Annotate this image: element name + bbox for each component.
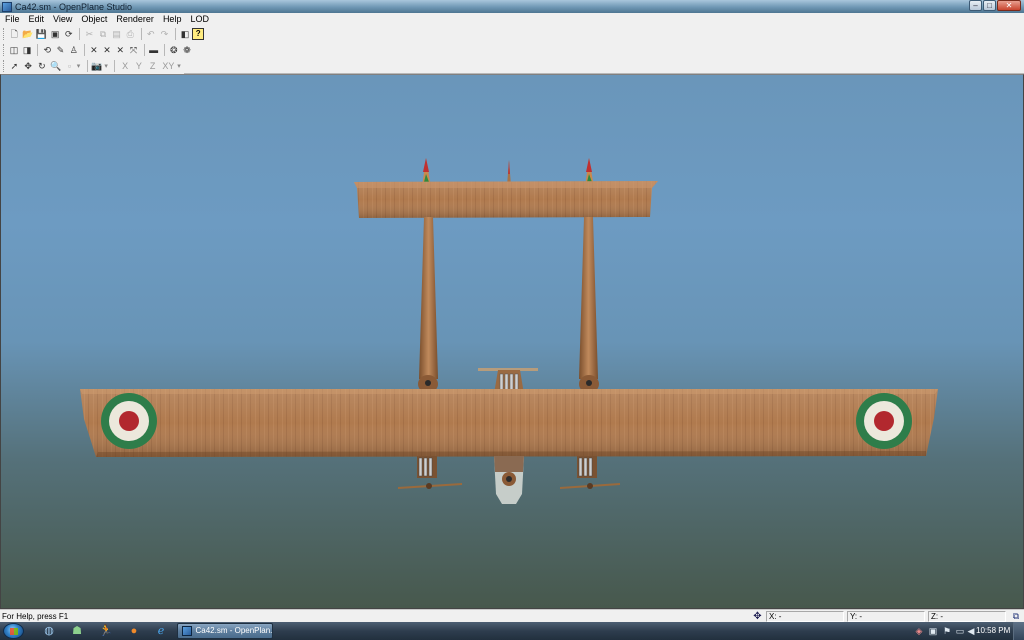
ie-globe-icon[interactable]: ◍ [42,625,56,638]
stamp-icon[interactable]: ♙ [68,44,80,57]
group-icon[interactable]: ❂ [168,44,180,57]
save-icon[interactable]: 💾 [35,28,48,41]
tools-toolbar: ◫ ◨ ⟲ ✎ ♙ ✕ ✕ ✕ ⤧ ▬ ❂ ❁ [0,42,194,58]
taskbar-window-label: Ca42.sm - OpenPlan... [195,626,272,635]
close-button[interactable]: ✕ [997,0,1021,11]
ungroup-icon[interactable]: ❁ [181,44,193,57]
viewport-border [0,74,1024,609]
cut-icon[interactable]: ✂ [83,28,96,41]
taskbar-window-button[interactable]: Ca42.sm - OpenPlan... [177,623,273,639]
zoom-icon[interactable]: 🔍 [49,60,62,73]
minimize-button[interactable]: – [969,0,982,11]
refresh-icon[interactable]: ⟳ [62,28,75,41]
paint-icon[interactable]: ✎ [54,44,66,57]
app-icon [182,626,193,636]
runner-icon[interactable]: 🏃 [99,625,113,638]
firefox-icon[interactable]: ● [127,625,141,638]
transform-toolbar: ➚ ✥ ↻ 🔍 ▫ ▾ 📷 ▾ X Y Z XY ▾ [0,58,184,74]
tray-network-icon[interactable]: ▭ [955,626,965,636]
status-indicator-icon: ⧉ [1012,611,1020,621]
toolbar-separator [114,60,116,72]
tray-app-icon[interactable]: ▣ [928,626,938,636]
menu-object[interactable]: Object [77,13,111,25]
toolbar-separator [140,28,142,40]
toolbar-separator [79,28,81,40]
menu-edit[interactable]: Edit [25,13,49,25]
move-icon[interactable]: ✥ [22,60,35,73]
axis-x-button[interactable]: X [118,61,132,71]
menu-lod[interactable]: LOD [186,13,213,25]
axis-y-button[interactable]: Y [132,61,146,71]
link-icon[interactable]: ⤧ [127,44,139,57]
axis-xy-button[interactable]: XY [160,61,178,71]
toolbar-area: 🗋 📂 💾 ▣ ⟳ ✂ ⧉ ▤ ⎙ ↶ ↷ ◧? ◫ ◨ ⟲ ✎ ♙ ✕ ✕ ✕ ⤧ ▬ ❂ ❁ ➚ ✥ ↻ 🔍 ▫ ▾ 📷 ▾ X Y Z XY… [0,25,1024,74]
toolbar-separator [37,44,39,56]
save-all-icon[interactable]: ▣ [49,28,62,41]
network-icon[interactable]: ☗ [70,625,84,638]
new-file-icon[interactable]: 🗋 [8,28,21,41]
maximize-button[interactable]: □ [983,0,996,11]
scale-dropdown-arrow-icon[interactable]: ▾ [77,62,84,70]
menu-help[interactable]: Help [159,13,186,25]
taskbar-clock[interactable]: 10:58 PM [976,625,1010,637]
paste-icon[interactable]: ▤ [110,28,123,41]
open-folder-icon[interactable]: 📂 [22,28,35,41]
y-coordinate-readout: Y: - [847,611,925,622]
bar-icon[interactable]: ▬ [148,44,160,57]
camera-dropdown-arrow-icon[interactable]: ▾ [104,62,111,70]
toolbar-grip[interactable] [3,60,6,72]
cross-x-icon[interactable]: ✕ [88,44,100,57]
standard-toolbar: 🗋 📂 💾 ▣ ⟳ ✂ ⧉ ▤ ⎙ ↶ ↷ ◧? [0,26,205,42]
title-bar: Ca42.sm - OpenPlane Studio – □ ✕ [0,0,1024,13]
print-icon[interactable]: ⎙ [124,28,137,41]
properties-icon[interactable]: ◧ [179,28,192,41]
toolbar-separator [143,44,145,56]
scale-icon[interactable]: ▫ [63,60,76,73]
window-title: Ca42.sm - OpenPlane Studio [15,1,133,12]
toolbar-separator [174,28,176,40]
status-bar: For Help, press F1 ✥ X: - Y: - Z: - ⧉ [0,609,1024,622]
move-cursor-icon: ✥ [753,611,762,622]
toolbar-separator [163,44,165,56]
export-icon[interactable]: ◨ [21,44,33,57]
internet-explorer-icon[interactable]: ℯ [154,625,168,638]
status-help-text: For Help, press F1 [2,612,69,621]
window-controls: – □ ✕ [968,0,1021,11]
menu-bar: File Edit View Object Renderer Help LOD [0,13,1024,25]
x-coordinate-readout: X: - [766,611,844,622]
z-coordinate-readout: Z: - [928,611,1006,622]
rotate-tool-icon[interactable]: ⟲ [41,44,53,57]
cross-z-icon[interactable]: ✕ [114,44,126,57]
copy-icon[interactable]: ⧉ [97,28,110,41]
app-icon [2,1,12,12]
menu-file[interactable]: File [1,13,24,25]
help-icon[interactable]: ? [192,28,205,40]
tray-shield-icon[interactable]: ◈ [914,626,924,636]
toolbar-grip[interactable] [3,44,6,56]
rotate-icon[interactable]: ↻ [36,60,49,73]
taskbar: ◍ ☗ 🏃 ● ℯ Ca42.sm - OpenPlan... ◈ ▣ ⚑ ▭ … [0,622,1024,640]
import-icon[interactable]: ◫ [8,44,20,57]
undo-icon[interactable]: ↶ [145,28,158,41]
redo-icon[interactable]: ↷ [158,28,171,41]
toolbar-separator [83,44,85,56]
tray-flag-icon[interactable]: ⚑ [942,626,952,636]
axis-z-button[interactable]: Z [146,61,160,71]
tray-volume-icon[interactable]: ◀ [966,626,976,636]
menu-view[interactable]: View [49,13,76,25]
axis-dropdown-arrow-icon[interactable]: ▾ [177,62,184,70]
cross-y-icon[interactable]: ✕ [101,44,113,57]
show-desktop-button[interactable] [1013,622,1024,640]
toolbar-grip[interactable] [3,28,6,40]
menu-renderer[interactable]: Renderer [112,13,158,25]
start-button[interactable] [3,623,24,639]
toolbar-separator [86,60,88,72]
camera-icon[interactable]: 📷 [91,60,104,73]
3d-viewport[interactable] [0,74,1024,609]
select-arrow-icon[interactable]: ➚ [8,60,21,73]
